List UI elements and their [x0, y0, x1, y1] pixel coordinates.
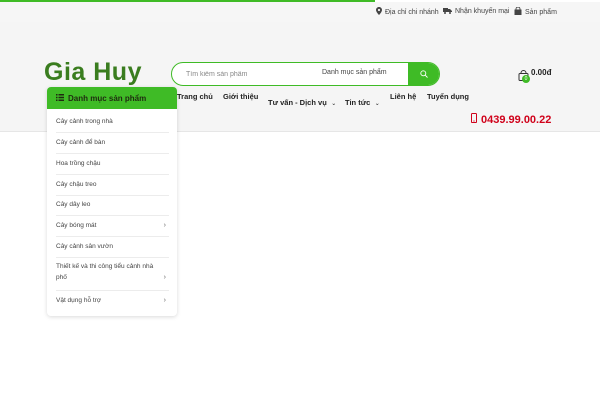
promo-link[interactable]: Nhận khuyến mại: [443, 7, 509, 16]
nav-contact[interactable]: Liên hệ: [390, 92, 416, 101]
products-link[interactable]: Sản phẩm: [514, 6, 557, 17]
nav-about[interactable]: Giới thiệu: [223, 92, 258, 101]
branch-address-link[interactable]: Địa chỉ chi nhánh: [376, 7, 439, 17]
products-label: Sản phẩm: [525, 8, 557, 16]
search-bar: Danh mục sản phẩm: [171, 62, 440, 86]
chevron-down-icon: ⌄: [331, 101, 337, 107]
truck-icon: [443, 7, 452, 16]
chevron-down-icon: ⌄: [374, 101, 380, 107]
category-item[interactable]: Cây dây leo: [56, 199, 169, 216]
nav-news[interactable]: Tin tức ⌄: [345, 92, 380, 110]
category-item[interactable]: Cây chậu treo: [56, 179, 169, 196]
category-item-label: Cây cảnh trong nhà: [56, 118, 113, 125]
category-item-label: Cây chậu treo: [56, 181, 97, 188]
search-category-select[interactable]: Danh mục sản phẩm: [322, 69, 387, 76]
nav-news-label: Tin tức: [345, 98, 371, 107]
category-menu: Danh mục sản phẩm Cây cảnh trong nhà Cây…: [47, 87, 177, 316]
category-menu-title: Danh mục sản phẩm: [68, 93, 147, 103]
list-icon: [56, 93, 64, 103]
category-item[interactable]: Vật dụng hỗ trợ ›: [56, 295, 169, 309]
category-item[interactable]: Cây cảnh để bàn: [56, 137, 169, 154]
mobile-phone-icon: [471, 113, 477, 126]
category-item-label: Vật dụng hỗ trợ: [56, 297, 102, 304]
nav-services[interactable]: Tư vấn - Dịch vụ ⌄: [268, 92, 336, 110]
search-input[interactable]: [186, 63, 306, 85]
location-pin-icon: [376, 7, 382, 17]
category-item-label: Thiết kế và thi công tiểu cảnh nhà phố: [56, 263, 154, 281]
cart-total: 0.00đ: [531, 68, 552, 77]
branch-address-label: Địa chỉ chi nhánh: [385, 8, 439, 16]
nav-home[interactable]: Trang chủ: [177, 92, 213, 101]
nav-careers[interactable]: Tuyển dụng: [427, 92, 469, 101]
category-item-label: Cây bóng mát: [56, 222, 97, 229]
site-logo[interactable]: Gia Huy: [44, 58, 142, 87]
category-item[interactable]: Cây bóng mát ›: [56, 220, 169, 237]
category-menu-header[interactable]: Danh mục sản phẩm: [47, 87, 177, 109]
category-item[interactable]: Cây cảnh trong nhà: [56, 116, 169, 133]
shopping-bag-icon: [514, 6, 522, 17]
category-item[interactable]: Thiết kế và thi công tiểu cảnh nhà phố ›: [56, 261, 169, 291]
search-button[interactable]: [408, 63, 439, 85]
category-item-label: Cây cảnh để bàn: [56, 139, 106, 146]
hotline-number: 0439.99.00.22: [481, 113, 552, 126]
top-bar: Địa chỉ chi nhánh Nhận khuyến mại Sản ph…: [0, 2, 600, 22]
search-icon: [419, 65, 428, 83]
category-item[interactable]: Cây cảnh sân vườn: [56, 241, 169, 258]
hotline[interactable]: 0439.99.00.22: [471, 113, 551, 126]
chevron-right-icon: ›: [163, 222, 166, 229]
category-item-label: Cây cảnh sân vườn: [56, 243, 114, 250]
chevron-right-icon: ›: [163, 297, 166, 304]
promo-label: Nhận khuyến mại: [455, 8, 510, 15]
category-item-label: Hoa trồng chậu: [56, 160, 101, 167]
chevron-right-icon: ›: [163, 274, 166, 281]
cart-count-badge: 0: [522, 75, 530, 83]
nav-services-label: Tư vấn - Dịch vụ: [268, 98, 327, 107]
category-item-label: Cây dây leo: [56, 201, 91, 208]
category-item[interactable]: Hoa trồng chậu: [56, 158, 169, 175]
